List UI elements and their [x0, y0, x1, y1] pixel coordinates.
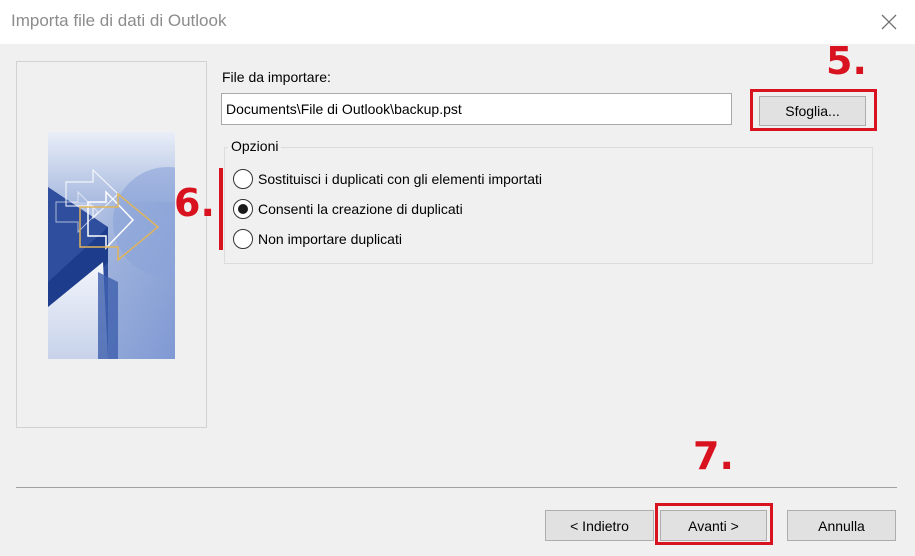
option-replace-duplicates[interactable]: Sostituisci i duplicati con gli elementi… [233, 169, 542, 189]
wizard-banner-image [48, 132, 175, 359]
option-label: Non importare duplicati [258, 231, 402, 247]
step-6-label: 6. [174, 181, 215, 225]
option-label: Sostituisci i duplicati con gli elementi… [258, 171, 543, 187]
options-highlight-bar [219, 168, 223, 250]
file-path-input[interactable] [221, 93, 732, 125]
step-5-label: 5. [826, 39, 867, 83]
window-title: Importa file di dati di Outlook [11, 11, 227, 30]
radio-button[interactable] [233, 229, 253, 249]
close-button[interactable] [872, 6, 906, 38]
browse-highlight-box [750, 89, 877, 131]
radio-button[interactable] [233, 169, 253, 189]
title-bar: Importa file di dati di Outlook [0, 0, 915, 44]
next-highlight-box [655, 503, 773, 545]
cancel-button[interactable]: Annulla [787, 510, 896, 541]
back-button[interactable]: < Indietro [545, 510, 654, 541]
file-to-import-label: File da importare: [222, 69, 331, 85]
footer-separator [16, 487, 897, 488]
wizard-side-panel [16, 61, 207, 428]
option-allow-duplicates[interactable]: Consenti la creazione di duplicati [233, 199, 463, 219]
option-label: Consenti la creazione di duplicati [258, 201, 463, 217]
options-legend: Opzioni [228, 138, 282, 154]
close-icon [881, 14, 897, 30]
option-no-duplicates[interactable]: Non importare duplicati [233, 229, 402, 249]
radio-button-selected[interactable] [233, 199, 253, 219]
step-7-label: 7. [693, 434, 734, 478]
